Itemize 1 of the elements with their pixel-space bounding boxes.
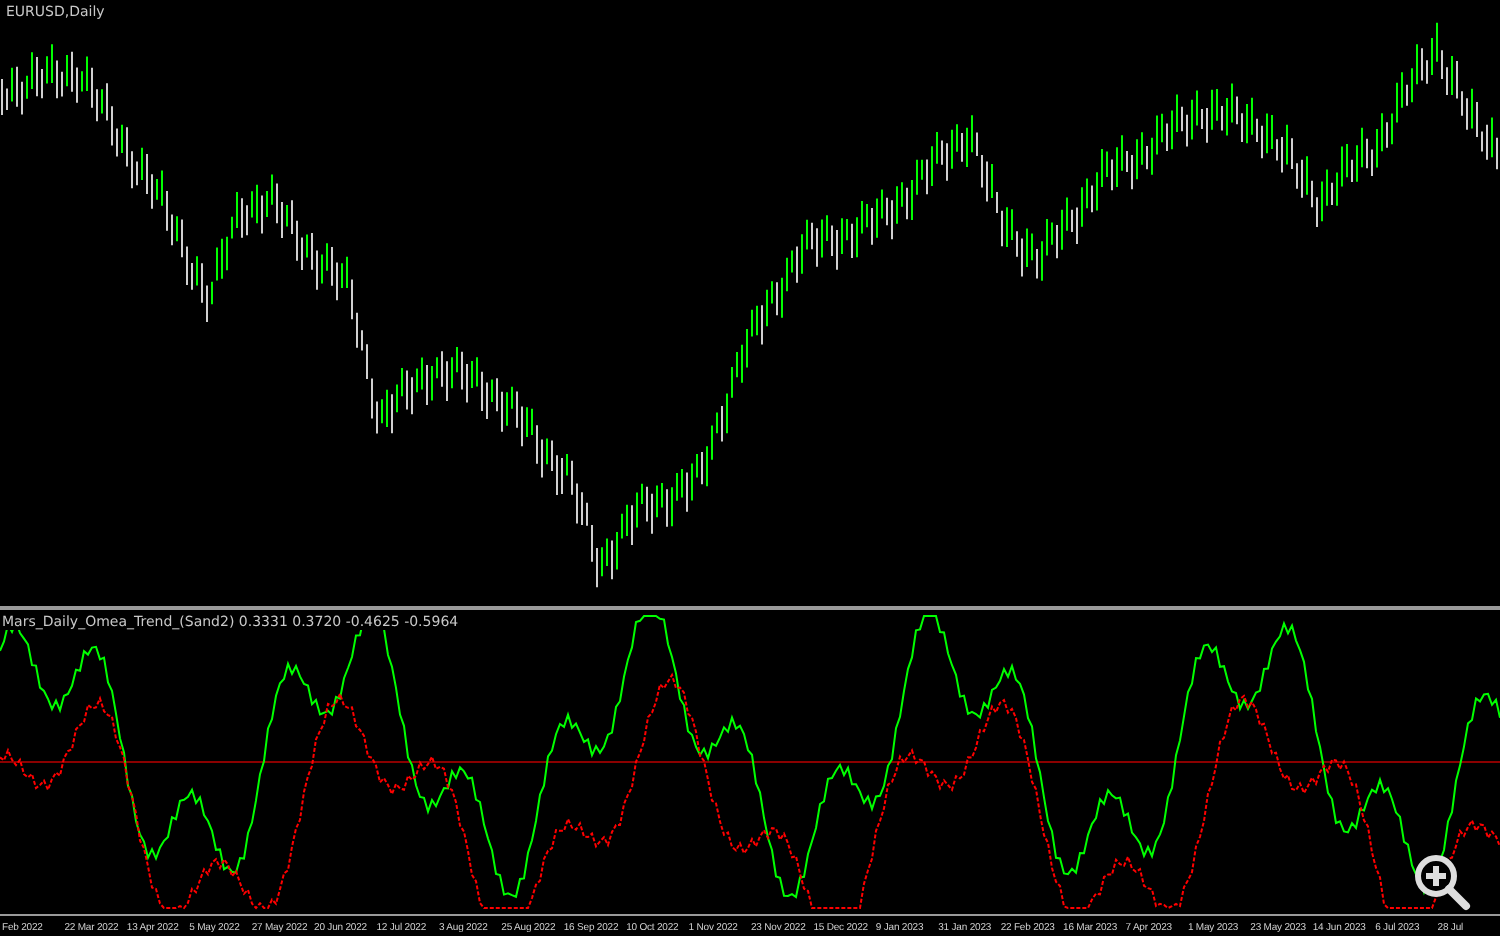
zoom-in-icon[interactable] (1412, 852, 1472, 912)
